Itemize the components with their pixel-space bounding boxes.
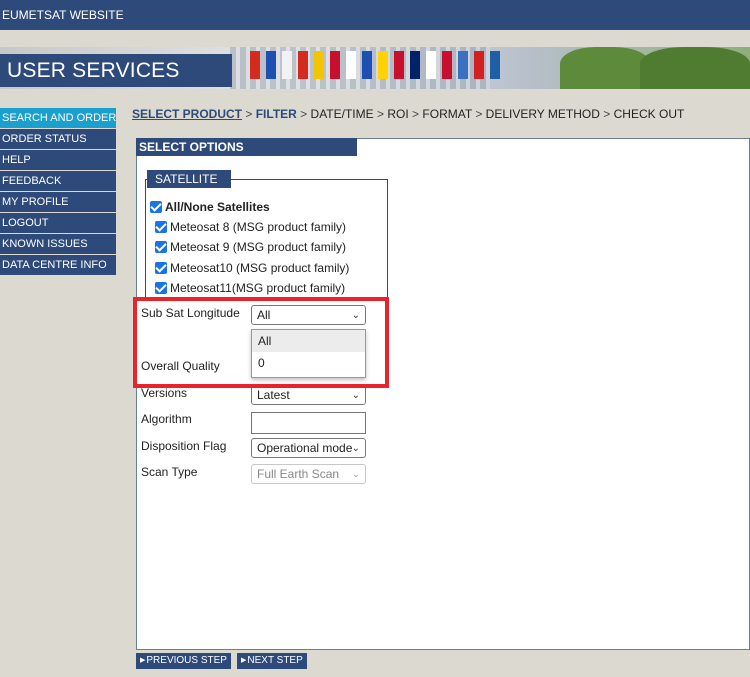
checkbox-checked-icon[interactable] (155, 282, 167, 294)
previous-step-button[interactable]: ▶PREVIOUS STEP (136, 653, 231, 669)
breadcrumb-delivery-method: DELIVERY METHOD (485, 107, 600, 121)
breadcrumb-check-out: CHECK OUT (613, 107, 685, 121)
nav-known-issues[interactable]: KNOWN ISSUES (0, 234, 116, 254)
satellite-checkbox-meteosat8[interactable]: Meteosat 8 (MSG product family) (155, 219, 346, 235)
breadcrumb-roi: ROI (387, 107, 409, 121)
satellite-checkbox-meteosat11[interactable]: Meteosat11(MSG product family) (155, 280, 345, 296)
breadcrumb-select-product[interactable]: SELECT PRODUCT (132, 107, 242, 121)
all-none-satellites-checkbox[interactable]: All/None Satellites (150, 199, 270, 215)
checkbox-checked-icon[interactable] (155, 262, 167, 274)
checkbox-checked-icon[interactable] (150, 201, 162, 213)
nav-search-and-order[interactable]: SEARCH AND ORDER (0, 108, 116, 128)
chevron-down-icon: ⌄ (351, 469, 360, 480)
triangle-right-icon: ▶ (241, 657, 247, 664)
satellite-legend: SATELLITE (147, 170, 231, 188)
dropdown-option-all[interactable]: All (252, 330, 365, 352)
next-step-button[interactable]: ▶NEXT STEP (237, 653, 307, 669)
versions-label: Versions (141, 386, 188, 400)
side-navigation: SEARCH AND ORDER ORDER STATUS HELP FEEDB… (0, 108, 116, 276)
header-banner-image: USER SERVICES CLIENT (0, 47, 750, 89)
breadcrumb-filter: FILTER (255, 107, 297, 121)
eumetsat-website-link[interactable]: EUMETSAT WEBSITE (2, 8, 124, 22)
nav-logout[interactable]: LOGOUT (0, 213, 116, 233)
panel-title: SELECT OPTIONS (136, 138, 357, 156)
chevron-down-icon: ⌄ (351, 390, 360, 401)
satellite-checkbox-meteosat9[interactable]: Meteosat 9 (MSG product family) (155, 239, 346, 255)
breadcrumb-format: FORMAT (422, 107, 472, 121)
disposition-flag-label: Disposition Flag (141, 439, 227, 453)
versions-select[interactable]: Latest ⌄ (251, 385, 366, 405)
sub-sat-longitude-label: Sub Sat Longitude (141, 306, 240, 320)
sub-sat-longitude-select[interactable]: All ⌄ (251, 305, 366, 325)
satellite-checkbox-meteosat10[interactable]: Meteosat10 (MSG product family) (155, 260, 349, 276)
breadcrumb-date-time: DATE/TIME (310, 107, 374, 121)
top-bar: EUMETSAT WEBSITE (0, 0, 750, 30)
nav-feedback[interactable]: FEEDBACK (0, 171, 116, 191)
triangle-right-icon: ▶ (140, 657, 146, 664)
disposition-flag-select[interactable]: Operational mode ⌄ (251, 438, 366, 458)
nav-my-profile[interactable]: MY PROFILE (0, 192, 116, 212)
dropdown-option-0[interactable]: 0 (252, 352, 365, 374)
checkbox-checked-icon[interactable] (155, 221, 167, 233)
scan-type-select: Full Earth Scan ⌄ (251, 464, 366, 484)
nav-order-status[interactable]: ORDER STATUS (0, 129, 116, 149)
chevron-down-icon: ⌄ (351, 310, 360, 321)
scan-type-label: Scan Type (141, 465, 198, 479)
breadcrumb: SELECT PRODUCT > FILTER > DATE/TIME > RO… (132, 107, 685, 121)
nav-help[interactable]: HELP (0, 150, 116, 170)
algorithm-input[interactable] (251, 412, 366, 434)
overall-quality-label: Overall Quality (141, 359, 220, 373)
app-title: USER SERVICES CLIENT (0, 54, 232, 87)
sub-sat-longitude-dropdown: All 0 (251, 329, 366, 378)
algorithm-label: Algorithm (141, 412, 192, 426)
nav-data-centre-info[interactable]: DATA CENTRE INFO (0, 255, 116, 275)
chevron-down-icon: ⌄ (351, 443, 360, 454)
checkbox-checked-icon[interactable] (155, 241, 167, 253)
